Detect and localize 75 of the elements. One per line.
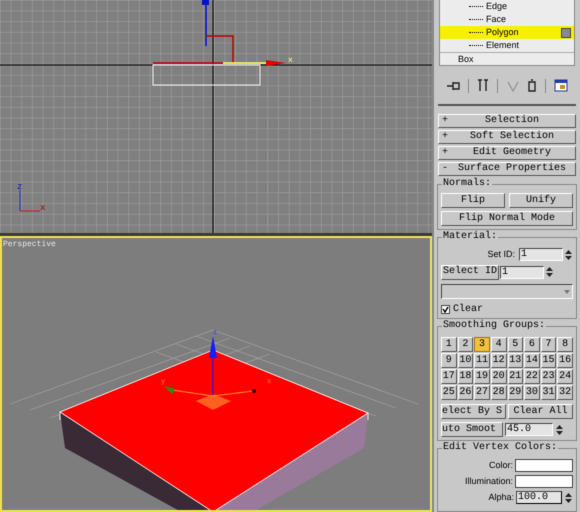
smoothing-group-button[interactable]: 14 bbox=[524, 353, 540, 368]
sub-object-item[interactable]: Polygon bbox=[440, 26, 574, 39]
vertex-color-label: Color: bbox=[488, 458, 513, 472]
bars-icon[interactable] bbox=[477, 79, 490, 92]
smoothing-group-button[interactable]: 32 bbox=[557, 385, 573, 400]
rollout-header[interactable]: - Surface Properties bbox=[438, 162, 576, 176]
spinner-arrows-icon[interactable] bbox=[555, 422, 564, 436]
rollout-header[interactable]: + Edit Geometry bbox=[438, 146, 576, 160]
smoothing-group-button[interactable]: 18 bbox=[458, 369, 474, 384]
configure-icon[interactable] bbox=[554, 79, 568, 92]
smoothing-group-button[interactable]: 24 bbox=[557, 369, 573, 384]
smoothing-group-button[interactable]: 19 bbox=[474, 369, 490, 384]
smoothing-group-button[interactable]: 17 bbox=[441, 369, 457, 384]
alpha-field[interactable]: 100.0 bbox=[516, 491, 562, 504]
move-gizmo-drawing: x bbox=[153, 0, 293, 66]
smoothing-group-button[interactable]: 30 bbox=[524, 385, 540, 400]
group-title: Smoothing Groups: bbox=[442, 320, 546, 332]
clear-checkbox[interactable] bbox=[441, 304, 450, 314]
spinner-arrows-icon[interactable] bbox=[564, 490, 573, 504]
smoothing-group-button[interactable]: 5 bbox=[508, 337, 524, 352]
smoothing-group-button[interactable]: 11 bbox=[474, 353, 490, 368]
smoothing-group-button[interactable]: 1 bbox=[441, 337, 457, 352]
sub-object-item[interactable]: Face bbox=[440, 13, 574, 26]
rollout-header[interactable]: + Soft Selection bbox=[438, 130, 576, 144]
select-id-field[interactable]: 1 bbox=[500, 266, 544, 278]
clear-label[interactable]: Clear bbox=[453, 302, 484, 316]
threshold-field[interactable]: 45.0 bbox=[505, 423, 553, 436]
highlight-square-icon bbox=[561, 28, 571, 38]
spinner-arrows-icon[interactable] bbox=[564, 248, 573, 262]
vertex-color-label: Alpha: bbox=[487, 490, 514, 504]
sub-object-item[interactable]: Element bbox=[440, 39, 574, 52]
clear-all-button[interactable]: Clear All bbox=[508, 404, 573, 419]
smoothing-group-button[interactable]: 27 bbox=[474, 385, 490, 400]
select-id-button[interactable]: Select ID bbox=[441, 264, 500, 280]
pin-icon[interactable] bbox=[446, 80, 460, 92]
smoothing-group-button[interactable]: 2 bbox=[458, 337, 474, 352]
color-swatch[interactable] bbox=[515, 459, 573, 472]
set-id-field[interactable]: 1 bbox=[519, 248, 563, 261]
color-swatch[interactable] bbox=[515, 475, 573, 488]
smoothing-group-button[interactable]: 4 bbox=[490, 337, 506, 352]
normals-button[interactable]: Unify bbox=[509, 193, 573, 208]
sub-object-item[interactable]: Edge bbox=[440, 0, 574, 13]
smoothing-group-button[interactable]: 26 bbox=[458, 385, 474, 400]
axis-tripod-drawing: z x bbox=[17, 182, 46, 213]
modifier-stack-list[interactable]: Edge Face Polygon Element Box bbox=[439, 0, 575, 66]
smoothing-group-button[interactable]: 12 bbox=[490, 353, 506, 368]
smoothing-group-button[interactable]: 10 bbox=[458, 353, 474, 368]
smoothing-group-button[interactable]: 9 bbox=[441, 353, 457, 368]
smoothing-group-button[interactable]: 29 bbox=[508, 385, 524, 400]
normals-button[interactable]: Flip bbox=[441, 193, 505, 208]
smoothing-group-button[interactable]: 8 bbox=[557, 337, 573, 352]
smoothing-group-button[interactable]: 23 bbox=[540, 369, 556, 384]
vertex-color-label: Illumination: bbox=[464, 474, 513, 488]
auto-smooth-button[interactable]: uto Smoot bbox=[441, 422, 503, 437]
smoothing-group-button[interactable]: 16 bbox=[557, 353, 573, 368]
smoothing-group-button[interactable]: 3 bbox=[474, 337, 490, 352]
smoothing-group-button[interactable]: 22 bbox=[524, 369, 540, 384]
set-id-label: Set ID: bbox=[486, 248, 516, 261]
smoothing-group-button[interactable]: 25 bbox=[441, 385, 457, 400]
smoothing-group-button[interactable]: 20 bbox=[490, 369, 506, 384]
smoothing-group-button[interactable]: 6 bbox=[524, 337, 540, 352]
smoothing-group-button[interactable]: 15 bbox=[540, 353, 556, 368]
stack-base-item[interactable]: Box bbox=[440, 52, 574, 65]
smoothing-group-button[interactable]: 21 bbox=[508, 369, 524, 384]
material-dropdown[interactable] bbox=[441, 284, 573, 299]
smoothing-group-button[interactable]: 28 bbox=[490, 385, 506, 400]
smoothing-group-button[interactable]: 13 bbox=[508, 353, 524, 368]
trash-icon[interactable] bbox=[526, 79, 537, 92]
select-by-sg-button[interactable]: elect By S bbox=[441, 404, 506, 419]
spinner-arrows-icon[interactable] bbox=[545, 265, 554, 279]
top-viewport[interactable]: x z x bbox=[0, 0, 432, 233]
smoothing-group-button[interactable]: 7 bbox=[540, 337, 556, 352]
smoothing-group-button[interactable]: 31 bbox=[540, 385, 556, 400]
rollout-header[interactable]: + Selection bbox=[438, 114, 576, 128]
flip-normal-mode-button[interactable]: Flip Normal Mode bbox=[441, 211, 573, 226]
